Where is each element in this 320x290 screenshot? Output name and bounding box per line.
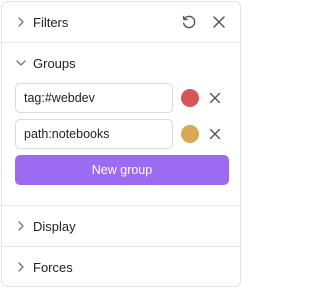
forces-header[interactable]: Forces — [2, 247, 240, 286]
forces-section: Forces — [2, 247, 240, 286]
chevron-right-icon — [16, 221, 26, 231]
remove-group-icon[interactable] — [207, 90, 223, 106]
close-icon[interactable] — [210, 13, 228, 31]
display-title: Display — [33, 218, 76, 234]
filters-actions — [180, 2, 228, 42]
groups-header[interactable]: Groups — [2, 43, 240, 83]
groups-title: Groups — [33, 55, 76, 71]
filters-title: Filters — [33, 14, 69, 30]
group-query-input[interactable] — [15, 83, 173, 113]
group-query-input[interactable] — [15, 119, 173, 149]
group-row — [15, 119, 228, 149]
chevron-right-icon — [16, 17, 26, 27]
group-row — [15, 83, 228, 113]
group-color-swatch[interactable] — [181, 89, 199, 107]
chevron-right-icon — [16, 262, 26, 272]
display-section: Display — [2, 206, 240, 247]
chevron-down-icon — [16, 58, 26, 68]
graph-settings-panel: Filters Groups tag:#webdev path:notebook… — [1, 1, 241, 287]
remove-group-icon[interactable] — [207, 126, 223, 142]
reset-icon[interactable] — [180, 13, 198, 31]
filters-header[interactable]: Filters — [2, 2, 240, 42]
groups-section: Groups New group — [2, 43, 240, 206]
new-group-button[interactable]: New group — [15, 155, 229, 185]
filters-section: Filters — [2, 2, 240, 43]
display-header[interactable]: Display — [2, 206, 240, 246]
forces-title: Forces — [33, 259, 73, 275]
groups-body: New group — [2, 83, 240, 205]
group-color-swatch[interactable] — [181, 125, 199, 143]
